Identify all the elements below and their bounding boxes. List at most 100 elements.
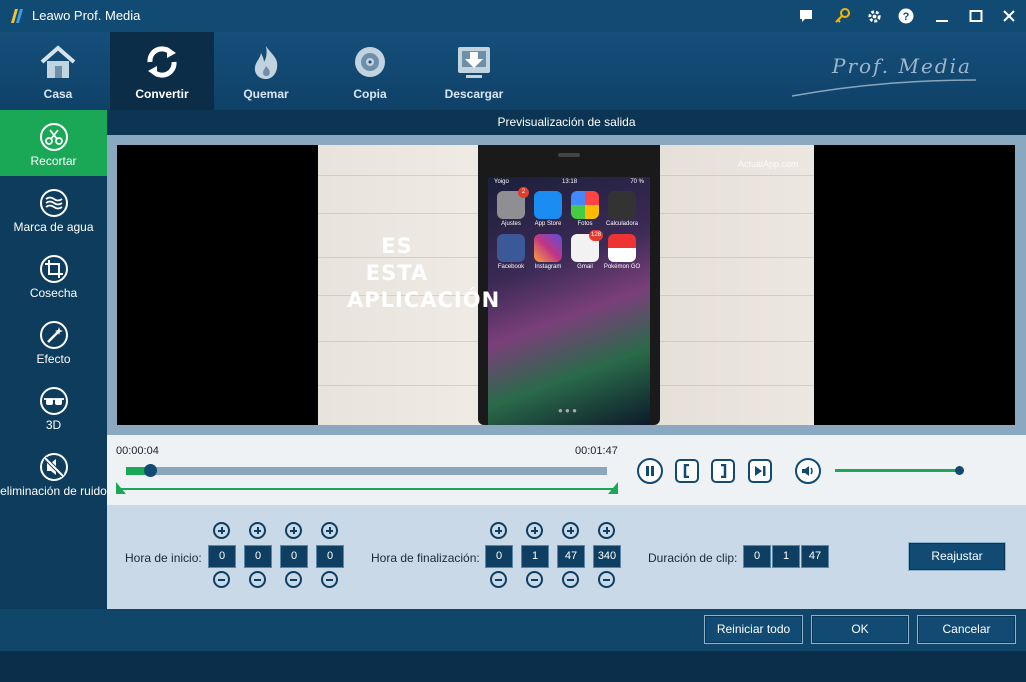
set-start-button[interactable]: [675, 459, 699, 483]
crop-icon: [40, 255, 68, 283]
nav-item-copia[interactable]: Copia: [318, 32, 422, 110]
phone-status-bar: Yoigo 13:18 70 %: [494, 179, 644, 185]
clip-duration-label: Duración de clip:: [648, 551, 738, 565]
start-hour-decrement[interactable]: [213, 571, 230, 588]
phone-image: Yoigo 13:18 70 % 2 Ajustes App Store Fot…: [478, 145, 660, 425]
app-name: Facebook: [497, 264, 525, 270]
key-icon[interactable]: [834, 8, 850, 24]
help-icon[interactable]: ?: [898, 8, 914, 24]
end-minute-increment[interactable]: [526, 522, 543, 539]
minimize-icon[interactable]: [934, 8, 950, 24]
nav-label: Copia: [353, 87, 387, 101]
start-hour-increment[interactable]: [213, 522, 230, 539]
pause-icon: [646, 466, 654, 476]
start-second-field[interactable]: 0: [280, 545, 308, 568]
pause-button[interactable]: [637, 458, 663, 484]
app-tile: Instagram: [533, 234, 563, 270]
start-second-increment[interactable]: [285, 522, 302, 539]
end-ms-decrement[interactable]: [598, 571, 615, 588]
sidebar-item-3d[interactable]: 3D: [0, 374, 107, 440]
preview-header: Previsualización de salida: [107, 110, 1026, 135]
end-hour-decrement[interactable]: [490, 571, 507, 588]
volume-button[interactable]: [795, 458, 821, 484]
gmail-app-icon: 128: [571, 230, 603, 262]
phone-screen: Yoigo 13:18 70 % 2 Ajustes App Store Fot…: [488, 177, 650, 425]
edit-sidebar: Recortar Marca de agua Cosecha Efecto 3D: [0, 110, 107, 609]
gear-icon[interactable]: [866, 8, 882, 24]
copy-disc-icon: [355, 47, 385, 77]
sidebar-item-eliminacion-de-ruido[interactable]: eliminación de ruido: [0, 440, 107, 506]
app-name: Ajustes: [501, 221, 521, 227]
pokemon-go-app-icon: [608, 234, 636, 262]
app-name: Pokémon GO: [603, 264, 641, 270]
phone-clock: 13:18: [562, 179, 578, 185]
cancel-button[interactable]: Cancelar: [917, 615, 1016, 644]
effect-icon: [40, 321, 68, 349]
end-ms-field[interactable]: 340: [593, 545, 621, 568]
start-ms-increment[interactable]: [321, 522, 338, 539]
sidebar-item-recortar[interactable]: Recortar: [0, 110, 107, 176]
app-badge: 128: [588, 230, 603, 241]
end-second-decrement[interactable]: [562, 571, 579, 588]
nav-label: Convertir: [135, 87, 189, 101]
end-hour-increment[interactable]: [490, 522, 507, 539]
dialog-footer: Reiniciar todo OK Cancelar: [0, 609, 1026, 651]
end-minute-field[interactable]: 1: [521, 545, 549, 568]
end-second-increment[interactable]: [562, 522, 579, 539]
play-segment-button[interactable]: [748, 459, 772, 483]
ok-button[interactable]: OK: [811, 615, 909, 644]
app-name: Gmail: [577, 264, 593, 270]
readjust-button[interactable]: Reajustar: [908, 542, 1006, 571]
start-minute-field[interactable]: 0: [244, 545, 272, 568]
end-ms-increment[interactable]: [598, 522, 615, 539]
svg-text:?: ?: [903, 11, 910, 23]
nav-item-convertir[interactable]: Convertir: [110, 32, 214, 110]
video-watermark: ActualApp.com: [738, 159, 799, 169]
start-ms-decrement[interactable]: [321, 571, 338, 588]
sidebar-item-marca-de-agua[interactable]: Marca de agua: [0, 176, 107, 242]
app-tile: Pokémon GO: [604, 234, 640, 270]
photos-app-icon: [571, 191, 599, 219]
end-second-field[interactable]: 47: [557, 545, 585, 568]
start-minute-increment[interactable]: [249, 522, 266, 539]
set-end-button[interactable]: [711, 459, 735, 483]
volume-slider[interactable]: [835, 469, 959, 472]
trim-start-marker[interactable]: [116, 482, 126, 494]
duration-hour-field: 0: [743, 545, 771, 568]
progress-slider[interactable]: [126, 464, 607, 477]
app-tile: Calculadora: [606, 191, 638, 227]
maximize-icon[interactable]: [968, 8, 984, 24]
end-time: 00:01:47: [575, 445, 618, 457]
app-tile: 2 Ajustes: [496, 187, 529, 227]
progress-thumb[interactable]: [143, 464, 157, 477]
end-hour-field[interactable]: 0: [485, 545, 513, 568]
sidebar-label: Marca de agua: [13, 220, 94, 234]
nav-item-descargar[interactable]: Descargar: [422, 32, 526, 110]
download-icon: [458, 47, 490, 78]
start-ms-field[interactable]: 0: [316, 545, 344, 568]
volume-thumb[interactable]: [955, 466, 964, 475]
sidebar-label: Efecto: [36, 352, 71, 366]
noise-removal-icon: [40, 453, 68, 481]
nav-item-casa[interactable]: Casa: [6, 32, 110, 110]
sidebar-item-cosecha[interactable]: Cosecha: [0, 242, 107, 308]
reset-all-button[interactable]: Reiniciar todo: [704, 615, 803, 644]
chat-icon[interactable]: [798, 8, 814, 24]
convert-icon: [147, 46, 177, 78]
sidebar-label: Recortar: [30, 154, 77, 168]
facebook-app-icon: [497, 234, 525, 262]
nav-item-quemar[interactable]: Quemar: [214, 32, 318, 110]
close-icon[interactable]: [1001, 8, 1017, 24]
play-segment-icon: [755, 466, 766, 476]
start-minute-decrement[interactable]: [249, 571, 266, 588]
sidebar-item-efecto[interactable]: Efecto: [0, 308, 107, 374]
brand-logo: Prof. Media: [790, 50, 980, 100]
end-minute-decrement[interactable]: [526, 571, 543, 588]
trim-end-marker[interactable]: [608, 482, 618, 494]
phone-carrier: Yoigo: [494, 179, 509, 185]
start-time-label: Hora de inicio:: [125, 551, 202, 565]
end-time-label: Hora de finalización:: [371, 551, 480, 565]
app-title: Leawo Prof. Media: [32, 8, 141, 23]
start-hour-field[interactable]: 0: [208, 545, 236, 568]
start-second-decrement[interactable]: [285, 571, 302, 588]
